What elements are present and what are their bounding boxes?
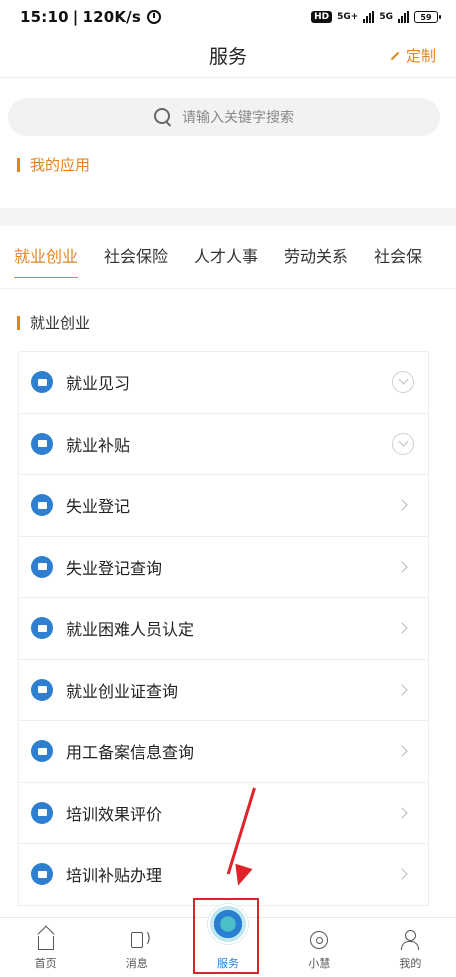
search-icon	[154, 108, 172, 126]
briefcase-icon	[31, 371, 53, 394]
person-icon	[31, 617, 53, 640]
chevron-right-icon	[396, 499, 408, 511]
status-speed: 120K/s	[82, 8, 141, 26]
home-icon	[35, 929, 57, 951]
my-apps-heading: 我的应用	[17, 154, 90, 175]
battery-icon: 59	[414, 11, 441, 23]
status-right: HD 5G+ 5G 59	[311, 11, 441, 23]
page-header: 服务 定制	[0, 34, 456, 78]
hd-badge: HD	[311, 11, 333, 23]
network-label-2: 5G	[379, 12, 393, 22]
annotation-highlight-box	[193, 898, 259, 974]
list-item-label: 用工备案信息查询	[66, 743, 195, 763]
tab-talent-personnel[interactable]: 人才人事	[194, 243, 258, 267]
user-icon	[399, 929, 421, 951]
list-item-unemployment-registration[interactable]: 失业登记	[19, 475, 428, 537]
page-title: 服务	[208, 46, 247, 68]
list-item-label: 失业登记查询	[66, 558, 163, 578]
nav-label: 消息	[125, 957, 148, 970]
divider-band	[0, 208, 456, 226]
tab-social-security-partial[interactable]: 社会保	[374, 243, 422, 267]
search-input[interactable]: 请输入关键字搜索	[8, 98, 440, 136]
chevron-right-icon	[396, 561, 408, 573]
list-item-training-subsidy[interactable]: 培训补贴办理	[19, 844, 428, 906]
list-item-unemployment-query[interactable]: 失业登记查询	[19, 537, 428, 598]
nav-assistant[interactable]: 小慧	[274, 918, 365, 977]
category-tabs: 就业创业 社会保险 人才人事 劳动关系 社会保	[0, 232, 456, 278]
tab-social-insurance[interactable]: 社会保险	[104, 243, 168, 267]
message-icon	[126, 929, 151, 951]
nav-home[interactable]: 首页	[0, 918, 91, 977]
accent-bar	[17, 157, 20, 172]
list-item-label: 培训效果评价	[66, 804, 163, 824]
list-item-label: 失业登记	[66, 497, 131, 517]
service-list: 就业见习 就业补贴 失业登记 失业登记查询 就业困难人员认定 就业创业证查询 用…	[18, 351, 429, 906]
list-item-label: 就业困难人员认定	[66, 620, 195, 640]
accent-bar	[17, 315, 20, 330]
chevron-right-icon	[396, 622, 408, 634]
nav-profile[interactable]: 我的	[365, 918, 456, 977]
list-item-employment-certificate-query[interactable]: 就业创业证查询	[19, 660, 428, 721]
list-item-internship[interactable]: 就业见习	[19, 352, 428, 414]
status-separator: |	[72, 8, 79, 26]
alarm-icon	[146, 10, 161, 24]
category-heading: 就业创业	[17, 312, 90, 333]
network-label-1: 5G+	[337, 12, 359, 22]
tab-labor-relations[interactable]: 劳动关系	[284, 243, 348, 267]
my-apps-title: 我的应用	[30, 156, 91, 174]
category-title: 就业创业	[30, 314, 91, 332]
certificate-icon	[31, 678, 53, 701]
status-left: 15:10 | 120K/s	[20, 8, 161, 26]
customize-label: 定制	[405, 47, 436, 65]
nav-label: 我的	[399, 957, 422, 970]
pencil-icon	[390, 51, 400, 60]
briefcase-icon	[31, 432, 53, 455]
list-item-label: 就业补贴	[66, 435, 131, 455]
list-item-label: 就业见习	[66, 374, 131, 394]
search-doc-icon	[31, 555, 53, 578]
signal-icon-2	[398, 11, 409, 23]
list-item-subsidy[interactable]: 就业补贴	[19, 414, 428, 475]
tab-employment[interactable]: 就业创业	[14, 243, 79, 278]
list-item-label: 就业创业证查询	[66, 681, 179, 701]
briefcase-icon	[31, 863, 53, 886]
nav-label: 首页	[34, 957, 57, 970]
chevron-right-icon	[396, 745, 408, 757]
briefcase-icon	[31, 740, 53, 763]
list-item-hardship-identification[interactable]: 就业困难人员认定	[19, 598, 428, 660]
list-item-employment-filing-query[interactable]: 用工备案信息查询	[19, 721, 428, 783]
chevron-right-icon	[396, 868, 408, 880]
search-placeholder: 请输入关键字搜索	[182, 110, 294, 126]
signal-icon	[363, 11, 375, 23]
briefcase-icon	[31, 801, 53, 824]
nav-label: 小慧	[308, 957, 331, 970]
status-time: 15:10	[20, 8, 69, 26]
customize-button[interactable]: 定制	[390, 45, 436, 66]
status-bar: 15:10 | 120K/s HD 5G+ 5G 59	[0, 0, 456, 34]
nav-messages[interactable]: 消息	[91, 918, 182, 977]
badge-icon	[31, 494, 53, 517]
chevron-right-icon	[396, 684, 408, 696]
chevron-right-icon	[396, 807, 408, 819]
list-item-training-evaluation[interactable]: 培训效果评价	[19, 783, 428, 844]
expand-icon[interactable]	[392, 432, 414, 455]
tabs-divider	[0, 288, 456, 289]
expand-icon[interactable]	[392, 371, 414, 394]
assistant-icon	[308, 929, 330, 951]
